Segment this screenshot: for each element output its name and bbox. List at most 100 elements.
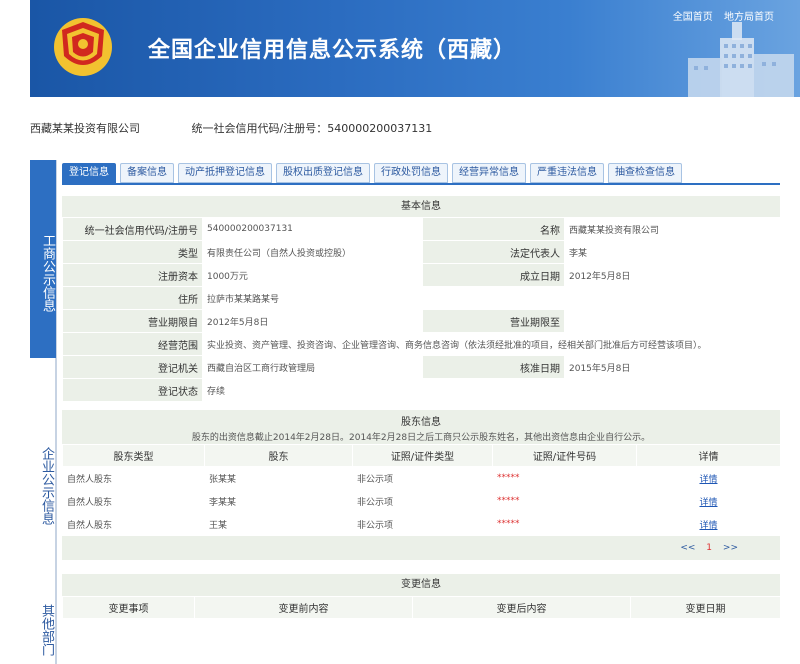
cell: 王某	[204, 512, 353, 536]
field-label: 成立日期	[422, 263, 565, 287]
field-label: 名称	[422, 217, 565, 241]
field-value: 拉萨市某某路某号	[202, 286, 781, 310]
field-label: 统一社会信用代码/注册号	[62, 217, 203, 241]
table-row: 登记状态 存续	[62, 378, 781, 402]
detail-link[interactable]: 详情	[636, 466, 781, 490]
field-label: 法定代表人	[422, 240, 565, 264]
table-header-row: 股东类型 股东 证照/证件类型 证照/证件号码 详情	[62, 444, 781, 467]
basic-info-table: 统一社会信用代码/注册号 540000200037131 名称 西藏某某投资有限…	[62, 217, 781, 402]
sidetab-divider	[56, 160, 57, 664]
table-row: 类型 有限责任公司（自然人投资或控股） 法定代表人 李某	[62, 240, 781, 264]
company-name: 西藏某某投资有限公司	[30, 122, 140, 135]
cell: 非公示项	[352, 466, 493, 490]
basic-info-title: 基本信息	[62, 195, 780, 217]
field-label: 营业期限自	[62, 309, 203, 333]
cell: 张某某	[204, 466, 353, 490]
pager-next[interactable]: >>	[723, 543, 738, 553]
field-value: 存续	[202, 378, 423, 402]
tab-filing[interactable]: 备案信息	[120, 163, 174, 183]
field-label: 经营范围	[62, 332, 203, 356]
header-banner: 全国企业信用信息公示系统（西藏） 全国首页 地方局首页	[30, 0, 800, 97]
column-header: 详情	[636, 444, 781, 467]
field-value	[564, 378, 781, 402]
tab-abnormal[interactable]: 经营异常信息	[452, 163, 526, 183]
company-code: 统一社会信用代码/注册号：540000200037131	[192, 120, 433, 136]
field-value: 2015年5月8日	[564, 355, 781, 379]
tab-equity-pledge[interactable]: 股权出质登记信息	[276, 163, 370, 183]
field-value: 李某	[564, 240, 781, 264]
column-header: 变更前内容	[194, 596, 413, 619]
tab-chattel-mortgage[interactable]: 动产抵押登记信息	[178, 163, 272, 183]
column-header: 变更日期	[630, 596, 781, 619]
cell: 非公示项	[352, 512, 493, 536]
table-row: 经营范围 实业投资、资产管理、投资咨询、企业管理咨询、商务信息咨询（依法须经批准…	[62, 332, 781, 356]
tab-underline	[62, 183, 780, 185]
tab-bar: 登记信息 备案信息 动产抵押登记信息 股权出质登记信息 行政处罚信息 经营异常信…	[62, 163, 686, 185]
cell: 自然人股东	[62, 512, 205, 536]
tab-penalty[interactable]: 行政处罚信息	[374, 163, 448, 183]
field-label: 注册资本	[62, 263, 203, 287]
tab-serious-violation[interactable]: 严重违法信息	[530, 163, 604, 183]
sidetab-qita[interactable]: 其他部门	[30, 578, 56, 664]
table-header-row: 变更事项 变更前内容 变更后内容 变更日期	[62, 596, 781, 619]
cell: 李某某	[204, 489, 353, 513]
column-header: 变更事项	[62, 596, 195, 619]
cell: *****	[492, 512, 637, 536]
code-value: 540000200037131	[327, 122, 433, 135]
partner-note: 股东的出资信息截止2014年2月28日。2014年2月28日之后工商只公示股东姓…	[191, 433, 651, 443]
field-value: 实业投资、资产管理、投资咨询、企业管理咨询、商务信息咨询（依法须经批准的项目，经…	[202, 332, 781, 356]
column-header: 股东类型	[62, 444, 205, 467]
table-row: 自然人股东 王某 非公示项 ***** 详情	[62, 512, 781, 536]
cell: *****	[492, 466, 637, 490]
cell: 非公示项	[352, 489, 493, 513]
change-section-title: 变更信息	[62, 574, 780, 596]
field-label: 住所	[62, 286, 203, 310]
field-value: 有限责任公司（自然人投资或控股）	[202, 240, 423, 264]
detail-link[interactable]: 详情	[636, 512, 781, 536]
field-value: 西藏自治区工商行政管理局	[202, 355, 423, 379]
field-value: 2012年5月8日	[564, 263, 781, 287]
field-label: 登记机关	[62, 355, 203, 379]
pager: << 1 >>	[62, 536, 780, 560]
partner-section-header: 股东信息 股东的出资信息截止2014年2月28日。2014年2月28日之后工商只…	[62, 410, 780, 444]
cell: *****	[492, 489, 637, 513]
column-header: 变更后内容	[412, 596, 631, 619]
table-row: 自然人股东 李某某 非公示项 ***** 详情	[62, 489, 781, 513]
page-title: 全国企业信用信息公示系统（西藏）	[148, 38, 517, 63]
field-label: 核准日期	[422, 355, 565, 379]
table-row: 登记机关 西藏自治区工商行政管理局 核准日期 2015年5月8日	[62, 355, 781, 379]
field-value: 2012年5月8日	[202, 309, 423, 333]
sidetab-qiye[interactable]: 企业公示信息	[30, 358, 56, 578]
table-row: 自然人股东 张某某 非公示项 ***** 详情	[62, 466, 781, 490]
field-label: 类型	[62, 240, 203, 264]
table-row: 营业期限自 2012年5月8日 营业期限至	[62, 309, 781, 333]
emblem-icon	[54, 18, 112, 76]
field-value: 西藏某某投资有限公司	[564, 217, 781, 241]
table-row: 住所 拉萨市某某路某号	[62, 286, 781, 310]
pager-page[interactable]: 1	[706, 543, 712, 553]
change-table: 变更事项 变更前内容 变更后内容 变更日期	[62, 596, 781, 619]
company-header: 西藏某某投资有限公司 统一社会信用代码/注册号：540000200037131	[30, 120, 790, 136]
cell: 自然人股东	[62, 489, 205, 513]
detail-link[interactable]: 详情	[636, 489, 781, 513]
field-label	[422, 378, 565, 402]
pager-prev[interactable]: <<	[680, 543, 695, 553]
table-row: 统一社会信用代码/注册号 540000200037131 名称 西藏某某投资有限…	[62, 217, 781, 241]
field-label: 营业期限至	[422, 309, 565, 333]
cell: 自然人股东	[62, 466, 205, 490]
tab-registration[interactable]: 登记信息	[62, 163, 116, 183]
sidetab-gongshang[interactable]: 工商公示信息	[30, 160, 56, 358]
tab-inspection[interactable]: 抽查检查信息	[608, 163, 682, 183]
building-illustration	[688, 22, 794, 97]
column-header: 证照/证件类型	[352, 444, 493, 467]
code-label: 统一社会信用代码/注册号：	[191, 122, 328, 135]
field-value: 540000200037131	[202, 217, 423, 241]
field-value: 1000万元	[202, 263, 423, 287]
content-panel: 基本信息 统一社会信用代码/注册号 540000200037131 名称 西藏某…	[62, 195, 781, 619]
column-header: 股东	[204, 444, 353, 467]
partner-title: 股东信息	[401, 417, 441, 428]
field-label: 登记状态	[62, 378, 203, 402]
field-value	[564, 309, 781, 333]
column-header: 证照/证件号码	[492, 444, 637, 467]
table-row: 注册资本 1000万元 成立日期 2012年5月8日	[62, 263, 781, 287]
